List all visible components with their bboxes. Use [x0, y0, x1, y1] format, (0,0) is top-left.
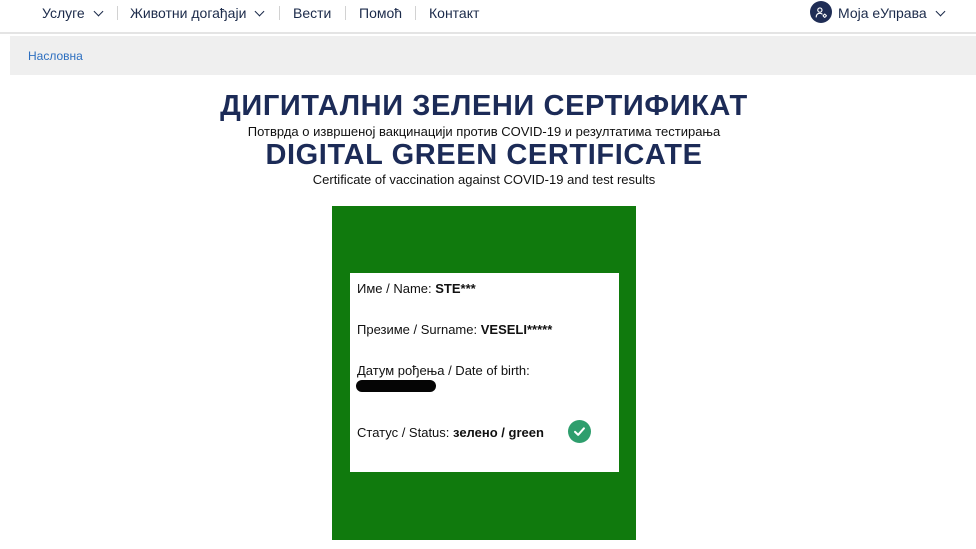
nav-divider — [279, 6, 280, 20]
nav-item-label: Животни догађаји — [130, 5, 247, 21]
top-navigation: Услуге Животни догађаји Вести Помоћ Конт… — [0, 0, 976, 34]
user-menu-label: Моја еУправа — [838, 5, 927, 21]
page-title-english: DIGITAL GREEN CERTIFICATE — [265, 139, 703, 171]
certificate-details-card: Име / Name: STE*** Презиме / Surname: VE… — [350, 273, 619, 472]
breadcrumb: Насловна — [10, 36, 976, 75]
chevron-down-icon — [935, 6, 946, 16]
nav-item-life-events[interactable]: Животни догађаји — [130, 4, 265, 22]
nav-item-label: Услуге — [42, 5, 85, 21]
date-of-birth-label: Датум рођења / Date of birth: — [357, 363, 530, 378]
nav-item-news[interactable]: Вести — [293, 4, 331, 22]
green-certificate: Име / Name: STE*** Презиме / Surname: VE… — [332, 206, 636, 540]
surname-label: Презиме / Surname: — [357, 322, 478, 337]
nav-divider — [345, 6, 346, 20]
page-title-serbian: ДИГИТАЛНИ ЗЕЛЕНИ СЕРТИФИКАТ — [220, 90, 748, 122]
date-of-birth-field: Датум рођења / Date of birth: — [357, 363, 530, 378]
name-field: Име / Name: STE*** — [357, 281, 476, 296]
name-value: STE*** — [435, 281, 476, 296]
redaction-mark — [356, 380, 436, 392]
surname-value: VESELI***** — [480, 322, 553, 337]
user-menu[interactable]: Моја еУправа — [838, 4, 946, 22]
nav-item-label: Вести — [293, 5, 332, 21]
chevron-down-icon — [93, 6, 104, 16]
page-subtitle-serbian: Потврда о извршеној вакцинацији против C… — [247, 124, 721, 139]
nav-item-contact[interactable]: Контакт — [429, 4, 479, 22]
status-value: зелено / green — [453, 425, 544, 440]
nav-item-label: Помоћ — [359, 5, 403, 21]
name-label: Име / Name: — [357, 281, 432, 296]
nav-item-label: Контакт — [429, 5, 480, 21]
status-label: Статус / Status: — [357, 425, 450, 440]
chevron-down-icon — [254, 6, 265, 16]
user-settings-icon[interactable] — [810, 1, 832, 23]
surname-field: Презиме / Surname: VESELI***** — [357, 322, 552, 337]
nav-divider — [415, 6, 416, 20]
page-subtitle-english: Certificate of vaccination against COVID… — [312, 172, 656, 187]
nav-item-services[interactable]: Услуге — [42, 4, 104, 22]
breadcrumb-home-link[interactable]: Насловна — [28, 49, 83, 63]
nav-divider — [117, 6, 118, 20]
nav-item-help[interactable]: Помоћ — [359, 4, 402, 22]
check-circle-icon — [568, 420, 591, 443]
status-field: Статус / Status: зелено / green — [357, 425, 544, 440]
